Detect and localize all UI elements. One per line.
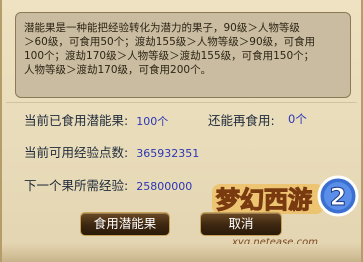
logo-title: 梦幻西游: [216, 186, 312, 214]
logo-title-art: 梦幻西游: [212, 184, 324, 215]
eaten-count-label: 当前已食用潜能果:: [24, 113, 129, 128]
cancel-button[interactable]: 取消: [200, 212, 282, 236]
next-cost-row: 下一个果所需经验: 25800000: [24, 175, 192, 194]
remaining-count-value: 0个: [288, 112, 307, 126]
description-line: 潜能果是一种能把经验转化为潜力的果子，90级＞人物等级: [24, 22, 300, 34]
eaten-count-row: 当前已食用潜能果: 100个: [24, 110, 168, 129]
logo-number-badge: 2: [317, 175, 359, 217]
available-exp-label: 当前可用经验点数:: [24, 145, 129, 160]
bottom-strip: [2, 244, 361, 262]
logo-number: 2: [330, 183, 347, 211]
description-line: ＞60级，可食用50个；渡劫155级＞人物等级＞90级，可食用: [24, 36, 316, 48]
available-exp-row: 当前可用经验点数: 365932351: [24, 142, 199, 161]
next-cost-label: 下一个果所需经验:: [24, 178, 129, 193]
divider: [6, 102, 357, 103]
potential-fruit-dialog: 潜能果是一种能把经验转化为潜力的果子，90级＞人物等级 ＞60级，可食用50个；…: [0, 0, 363, 262]
remaining-count-label: 还能再食用:: [208, 113, 275, 128]
description-line: 人物等级＞渡劫170级，可食用200个。: [24, 64, 212, 76]
next-cost-value: 25800000: [136, 180, 193, 193]
description-line: 100个；渡劫170级＞人物等级＞渡劫155级，可食用150个；: [24, 50, 315, 62]
eaten-count-value: 100个: [136, 115, 169, 128]
description-box: 潜能果是一种能把经验转化为潜力的果子，90级＞人物等级 ＞60级，可食用50个；…: [15, 12, 351, 98]
eat-fruit-button[interactable]: 食用潜能果: [80, 212, 170, 236]
available-exp-value: 365932351: [136, 147, 200, 160]
